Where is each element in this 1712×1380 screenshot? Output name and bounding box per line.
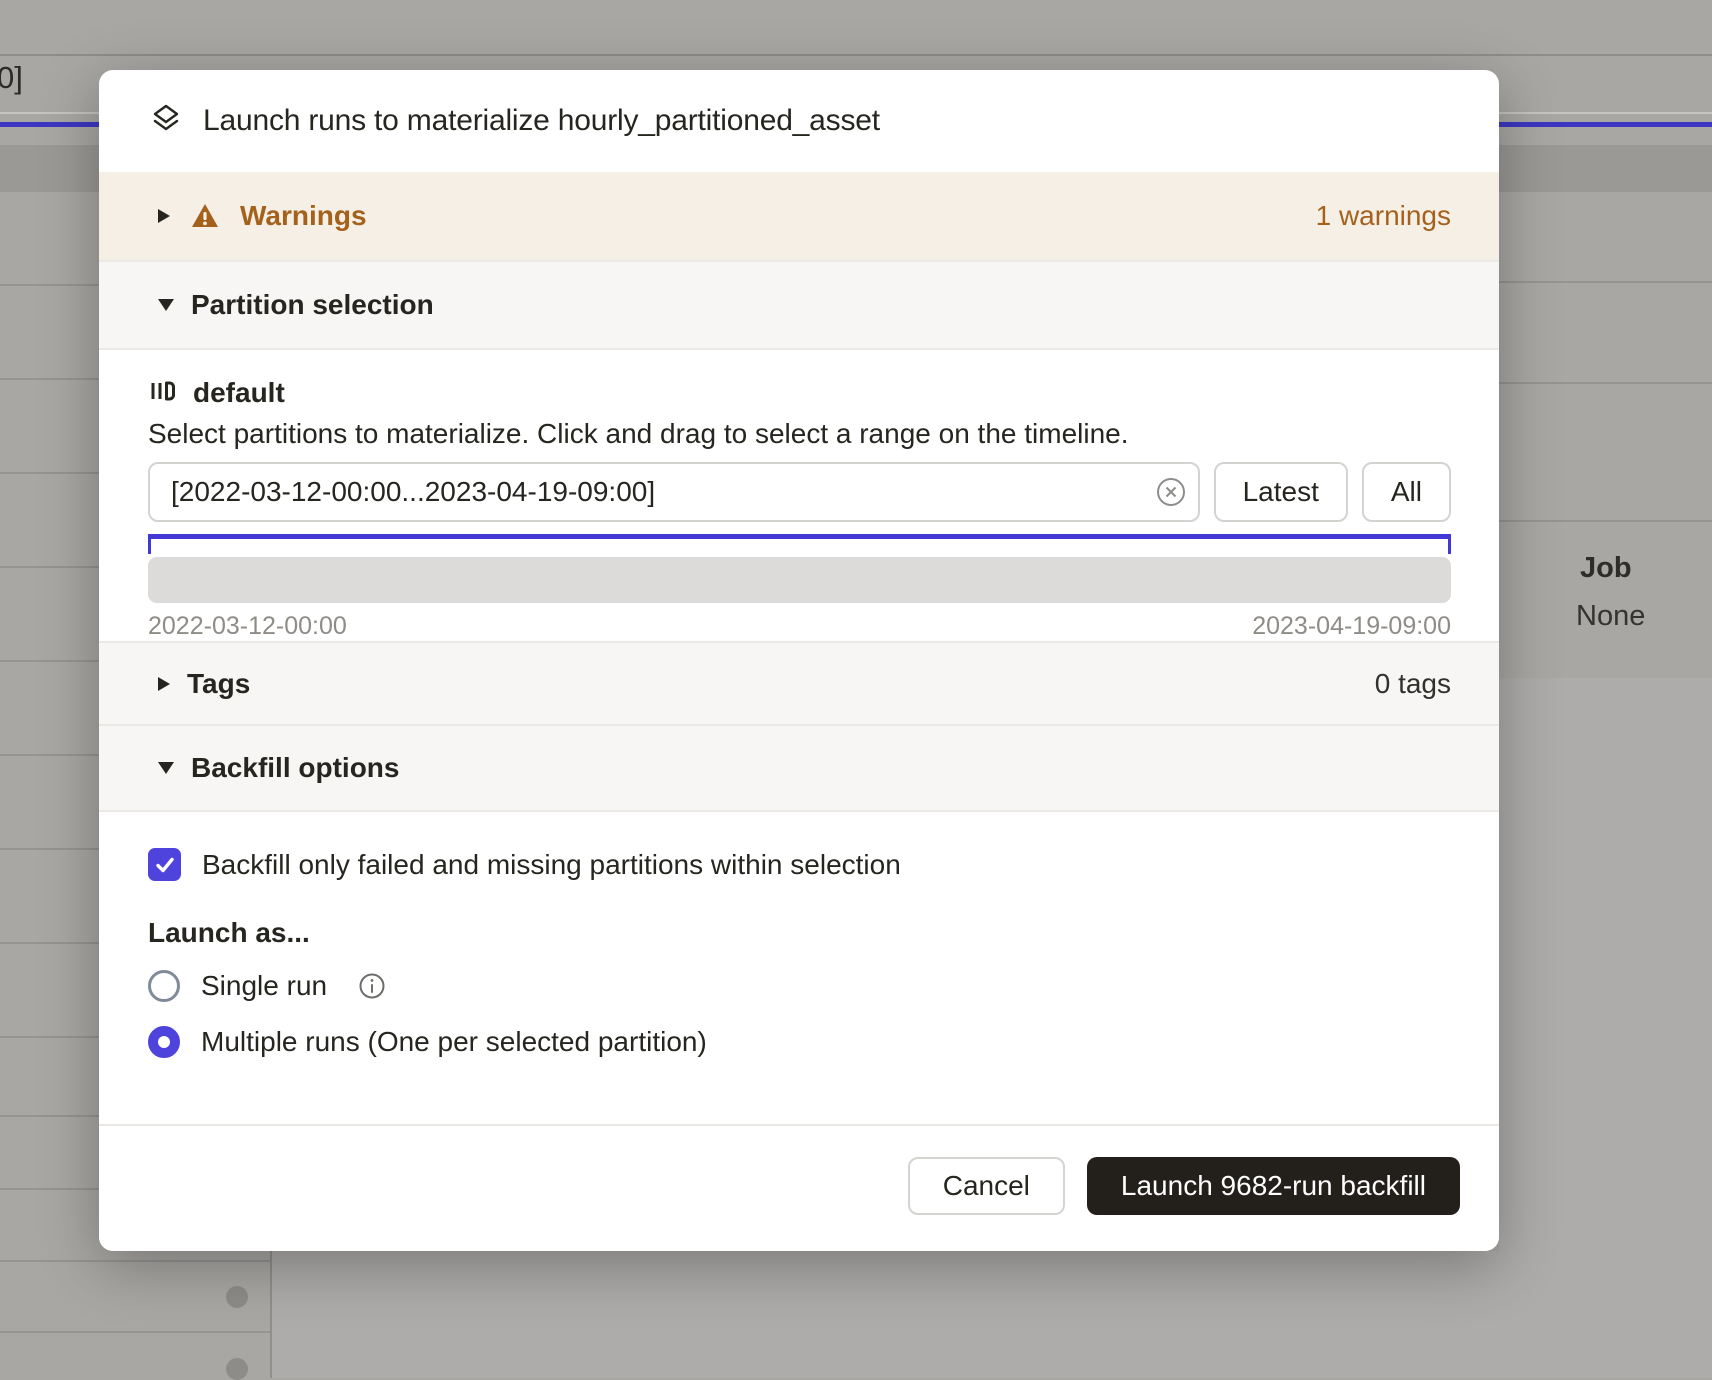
bg-left-table-strip: [0, 192, 99, 1251]
launch-backfill-button[interactable]: Launch 9682-run backfill: [1087, 1157, 1460, 1215]
warnings-section-header[interactable]: Warnings 1 warnings: [99, 172, 1499, 260]
backfill-options-label: Backfill options: [191, 752, 399, 784]
backfill-only-failed-label[interactable]: Backfill only failed and missing partiti…: [202, 849, 901, 881]
backfill-only-failed-checkbox[interactable]: [148, 848, 181, 881]
tags-count-badge: 0 tags: [1375, 668, 1451, 700]
timeline-date-labels: 2022-03-12-00:00 2023-04-19-09:00: [148, 612, 1451, 641]
bg-status-dot: [226, 1358, 248, 1380]
multiple-runs-radio[interactable]: [148, 1026, 180, 1058]
multiple-runs-label[interactable]: Multiple runs (One per selected partitio…: [201, 1026, 707, 1058]
single-run-option-row: Single run: [148, 969, 1451, 1003]
single-run-label[interactable]: Single run: [201, 970, 327, 1002]
bg-partial-input-text: 0]: [0, 60, 23, 96]
launch-as-label: Launch as...: [148, 917, 1451, 949]
timeline-end-label: 2023-04-19-09:00: [1252, 612, 1451, 641]
launch-backfill-dialog: Launch runs to materialize hourly_partit…: [99, 70, 1499, 1251]
partition-range-input[interactable]: [148, 462, 1200, 522]
partition-icon: [148, 376, 178, 411]
latest-button[interactable]: Latest: [1214, 462, 1348, 522]
warnings-count-badge: 1 warnings: [1316, 200, 1451, 232]
cancel-button[interactable]: Cancel: [908, 1157, 1065, 1215]
bg-job-column-value: None: [1576, 600, 1645, 633]
bg-divider: [0, 54, 1712, 56]
chevron-right-icon: [158, 677, 170, 691]
timeline-start-label: 2022-03-12-00:00: [148, 612, 347, 641]
single-run-radio[interactable]: [148, 970, 180, 1002]
partition-range-input-wrap: [148, 462, 1200, 522]
warning-icon: [190, 201, 220, 231]
bg-job-column-label: Job: [1580, 552, 1632, 585]
clear-icon: [1155, 476, 1187, 508]
all-button[interactable]: All: [1362, 462, 1451, 522]
dimension-row: default: [148, 372, 1451, 414]
clear-selection-button[interactable]: [1155, 476, 1187, 508]
selection-range-indicator: [148, 534, 1451, 554]
dialog-footer: Cancel Launch 9682-run backfill: [99, 1124, 1499, 1251]
dialog-title-bar: Launch runs to materialize hourly_partit…: [99, 70, 1499, 172]
tags-section-header[interactable]: Tags 0 tags: [99, 641, 1499, 726]
backfill-only-failed-row: Backfill only failed and missing partiti…: [148, 848, 1451, 881]
partition-help-text: Select partitions to materialize. Click …: [148, 418, 1451, 450]
dimension-name: default: [193, 377, 285, 409]
dialog-title: Launch runs to materialize hourly_partit…: [203, 104, 880, 138]
check-icon: [153, 853, 177, 877]
partition-selection-section-header[interactable]: Partition selection: [99, 260, 1499, 350]
layers-icon: [148, 101, 184, 142]
backfill-options-section-header[interactable]: Backfill options: [99, 726, 1499, 812]
partition-selection-label: Partition selection: [191, 289, 434, 321]
bg-bottom-table-strip: [0, 1251, 1712, 1378]
backfill-options-body: Backfill only failed and missing partiti…: [99, 812, 1499, 1059]
partition-selection-body: default Select partitions to materialize…: [99, 350, 1499, 641]
chevron-down-icon: [158, 299, 174, 311]
warnings-label: Warnings: [240, 200, 367, 232]
chevron-down-icon: [158, 762, 174, 774]
bg-right-table-strip: Job None: [1499, 192, 1712, 1378]
tags-label: Tags: [187, 668, 250, 700]
partition-timeline[interactable]: [148, 557, 1451, 603]
bg-status-dot: [226, 1286, 248, 1308]
partition-range-row: Latest All: [148, 462, 1451, 522]
chevron-right-icon: [158, 209, 170, 223]
multiple-runs-option-row: Multiple runs (One per selected partitio…: [148, 1025, 1451, 1059]
info-icon[interactable]: [358, 972, 386, 1000]
